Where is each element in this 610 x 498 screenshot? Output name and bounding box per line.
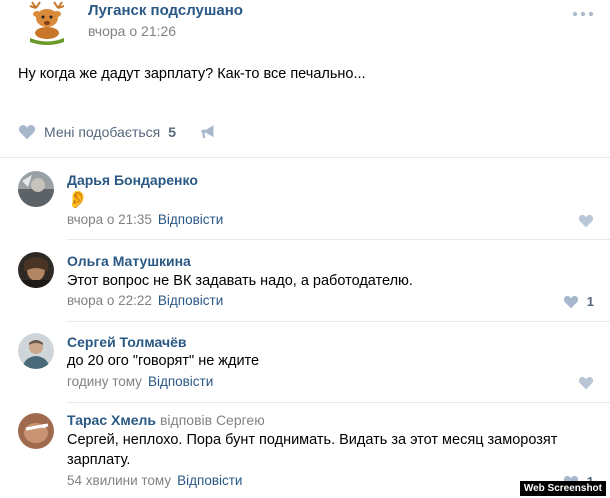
comment-time[interactable]: вчора о 21:35 [67,212,152,227]
avatar[interactable] [18,413,54,449]
avatar[interactable] [18,333,54,369]
avatar[interactable] [18,252,54,288]
reply-button[interactable]: Відповісти [177,473,242,488]
post-time[interactable]: вчора о 21:26 [88,23,176,39]
comment-author-link[interactable]: Дарья Бондаренко [67,172,198,188]
replied-to-label[interactable]: відповів Сергею [160,412,265,428]
heart-icon[interactable] [578,376,594,390]
comment-item: Сергей Толмачёв до 20 ого "говорят" не ж… [0,321,610,403]
comment-meta: вчора о 21:35 Відповісти [67,212,223,227]
comment-like[interactable] [578,376,594,390]
vk-post-page: Луганск подслушано вчора о 21:26 Ну когд… [0,0,610,498]
avatar[interactable] [18,171,54,207]
reply-button[interactable]: Відповісти [158,212,223,227]
comment-author-row: Тарас Хмель відповів Сергею [67,412,265,428]
reply-button[interactable]: Відповісти [148,374,213,389]
comment-author-link[interactable]: Ольга Матушкина [67,253,191,269]
comment-like[interactable]: 1 [563,294,594,309]
more-dots-icon[interactable] [572,4,594,20]
reply-button[interactable]: Відповісти [158,293,223,308]
comment-meta: 54 хвилини тому Відповісти [67,473,242,488]
heart-icon[interactable] [18,124,36,140]
comment-meta: вчора о 22:22 Відповісти [67,293,223,308]
heart-icon[interactable] [563,295,579,309]
post-header: Луганск подслушано вчора о 21:26 [18,0,610,50]
comment-time[interactable]: годину тому [67,374,142,389]
comment-text: до 20 ого "говорят" не ждите [67,353,260,369]
watermark: Web Screenshot [519,481,606,496]
comment-text: 👂 [67,190,89,209]
comment-item: Ольга Матушкина Этот вопрос не ВК задава… [0,240,610,322]
megaphone-icon[interactable] [200,124,218,140]
comment-like[interactable] [578,214,594,228]
comment-meta: годину тому Відповісти [67,374,213,389]
comment-author-link[interactable]: Сергей Толмачёв [67,334,186,350]
comment-text: Сергей, неплохо. Пора бунт поднимать. Ви… [67,432,558,448]
comment-item: Тарас Хмель відповів Сергею Сергей, непло… [0,402,610,498]
comment-item: Дарья Бондаренко 👂 вчора о 21:35 Відповіс… [0,158,610,240]
post-actions: Мені подобається 5 [18,120,218,144]
comment-like-count: 1 [586,294,594,309]
comment-time[interactable]: 54 хвилини тому [67,473,171,488]
group-avatar[interactable] [22,0,72,46]
group-name-link[interactable]: Луганск подслушано [88,2,243,19]
like-button-label[interactable]: Мені подобається [44,124,160,140]
comment-author-link[interactable]: Тарас Хмель [67,412,156,428]
comment-time[interactable]: вчора о 22:22 [67,293,152,308]
post-text: Ну когда же дадут зарплату? Как-то все п… [18,66,366,82]
comment-text: Этот вопрос не ВК задавать надо, а работ… [67,273,413,289]
like-count[interactable]: 5 [168,124,176,140]
comment-text-line2: зарплату. [67,452,131,468]
heart-icon[interactable] [578,214,594,228]
